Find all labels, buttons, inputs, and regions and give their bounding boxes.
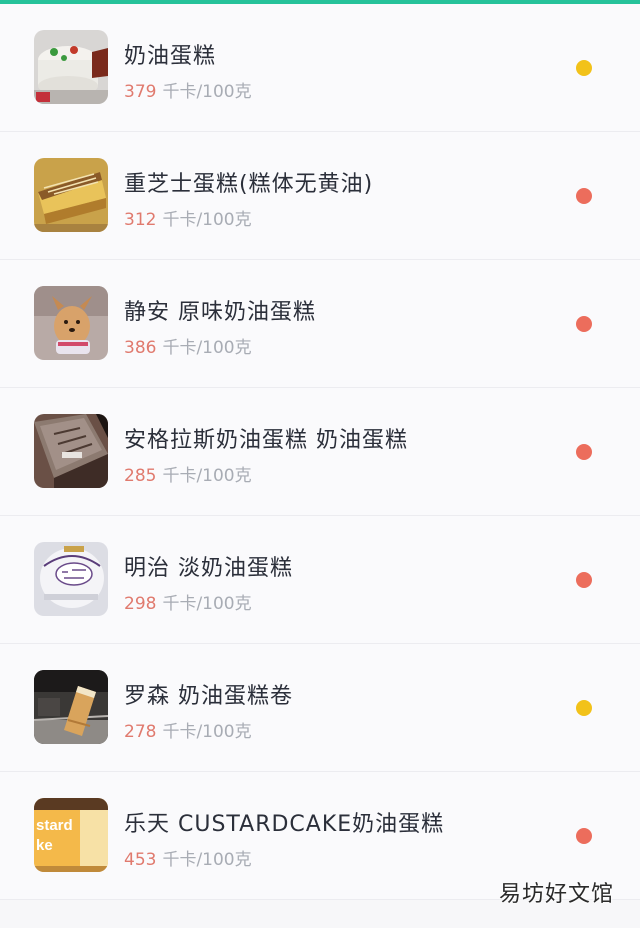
list-item[interactable]: 安格拉斯奶油蛋糕 奶油蛋糕 285 千卡/100克 [0, 388, 640, 516]
food-thumbnail [34, 30, 108, 104]
calorie-info: 312 千卡/100克 [124, 205, 252, 230]
status-dot-yellow [576, 60, 592, 76]
food-thumbnail [34, 286, 108, 360]
status-dot-red [576, 444, 592, 460]
calorie-value: 312 [124, 210, 157, 230]
calorie-unit: 千卡/100克 [162, 594, 252, 614]
food-name: 安格拉斯奶油蛋糕 奶油蛋糕 [124, 428, 408, 453]
custard-package-photo-image: stard ke [34, 798, 108, 872]
calorie-value: 285 [124, 466, 157, 486]
status-dot-red [576, 572, 592, 588]
food-thumbnail [34, 158, 108, 232]
list-item[interactable]: 奶油蛋糕 379 千卡/100克 [0, 4, 640, 132]
list-item[interactable]: 重芝士蛋糕(糕体无黄油) 312 千卡/100克 [0, 132, 640, 260]
calorie-info: 386 千卡/100克 [124, 333, 252, 358]
food-name: 奶油蛋糕 [124, 44, 217, 69]
chocolate-cake-photo-image [34, 414, 108, 488]
calorie-unit: 千卡/100克 [162, 722, 252, 742]
cake-roll-photo-image [34, 670, 108, 744]
list-item[interactable]: 罗森 奶油蛋糕卷 278 千卡/100克 [0, 644, 640, 772]
food-list: 奶油蛋糕 379 千卡/100克 重芝士蛋糕(糕体无黄油) 312 千卡/100克 [0, 4, 640, 900]
food-name: 明治 淡奶油蛋糕 [124, 556, 293, 581]
food-name: 静安 原味奶油蛋糕 [124, 300, 316, 325]
food-thumbnail [34, 542, 108, 616]
food-thumbnail: stard ke [34, 798, 108, 872]
calorie-unit: 千卡/100克 [162, 210, 252, 230]
dog-photo-image [34, 286, 108, 360]
cake-photo-image [34, 30, 108, 104]
svg-text:stard: stard [36, 817, 73, 834]
calorie-unit: 千卡/100克 [162, 850, 252, 870]
calorie-unit: 千卡/100克 [162, 466, 252, 486]
list-item[interactable]: 明治 淡奶油蛋糕 298 千卡/100克 [0, 516, 640, 644]
svg-text:ke: ke [36, 837, 53, 854]
status-dot-yellow [576, 700, 592, 716]
food-thumbnail [34, 414, 108, 488]
calorie-value: 298 [124, 594, 157, 614]
calorie-value: 278 [124, 722, 157, 742]
calorie-info: 278 千卡/100克 [124, 717, 252, 742]
cheesecake-photo-image [34, 158, 108, 232]
calorie-unit: 千卡/100克 [162, 82, 252, 102]
food-name: 乐天 CUSTARDCAKE奶油蛋糕 [124, 812, 445, 837]
status-dot-red [576, 828, 592, 844]
calorie-value: 379 [124, 82, 157, 102]
calorie-info: 453 千卡/100克 [124, 845, 252, 870]
food-name: 重芝士蛋糕(糕体无黄油) [124, 172, 374, 197]
watermark: 易坊好文馆 [498, 882, 614, 907]
calorie-value: 386 [124, 338, 157, 358]
food-thumbnail [34, 670, 108, 744]
calorie-unit: 千卡/100克 [162, 338, 252, 358]
list-item[interactable]: 静安 原味奶油蛋糕 386 千卡/100克 [0, 260, 640, 388]
calorie-info: 379 千卡/100克 [124, 77, 252, 102]
status-dot-red [576, 188, 592, 204]
food-name: 罗森 奶油蛋糕卷 [124, 684, 293, 709]
milk-package-photo-image [34, 542, 108, 616]
status-dot-red [576, 316, 592, 332]
calorie-value: 453 [124, 850, 157, 870]
calorie-info: 298 千卡/100克 [124, 589, 252, 614]
calorie-info: 285 千卡/100克 [124, 461, 252, 486]
